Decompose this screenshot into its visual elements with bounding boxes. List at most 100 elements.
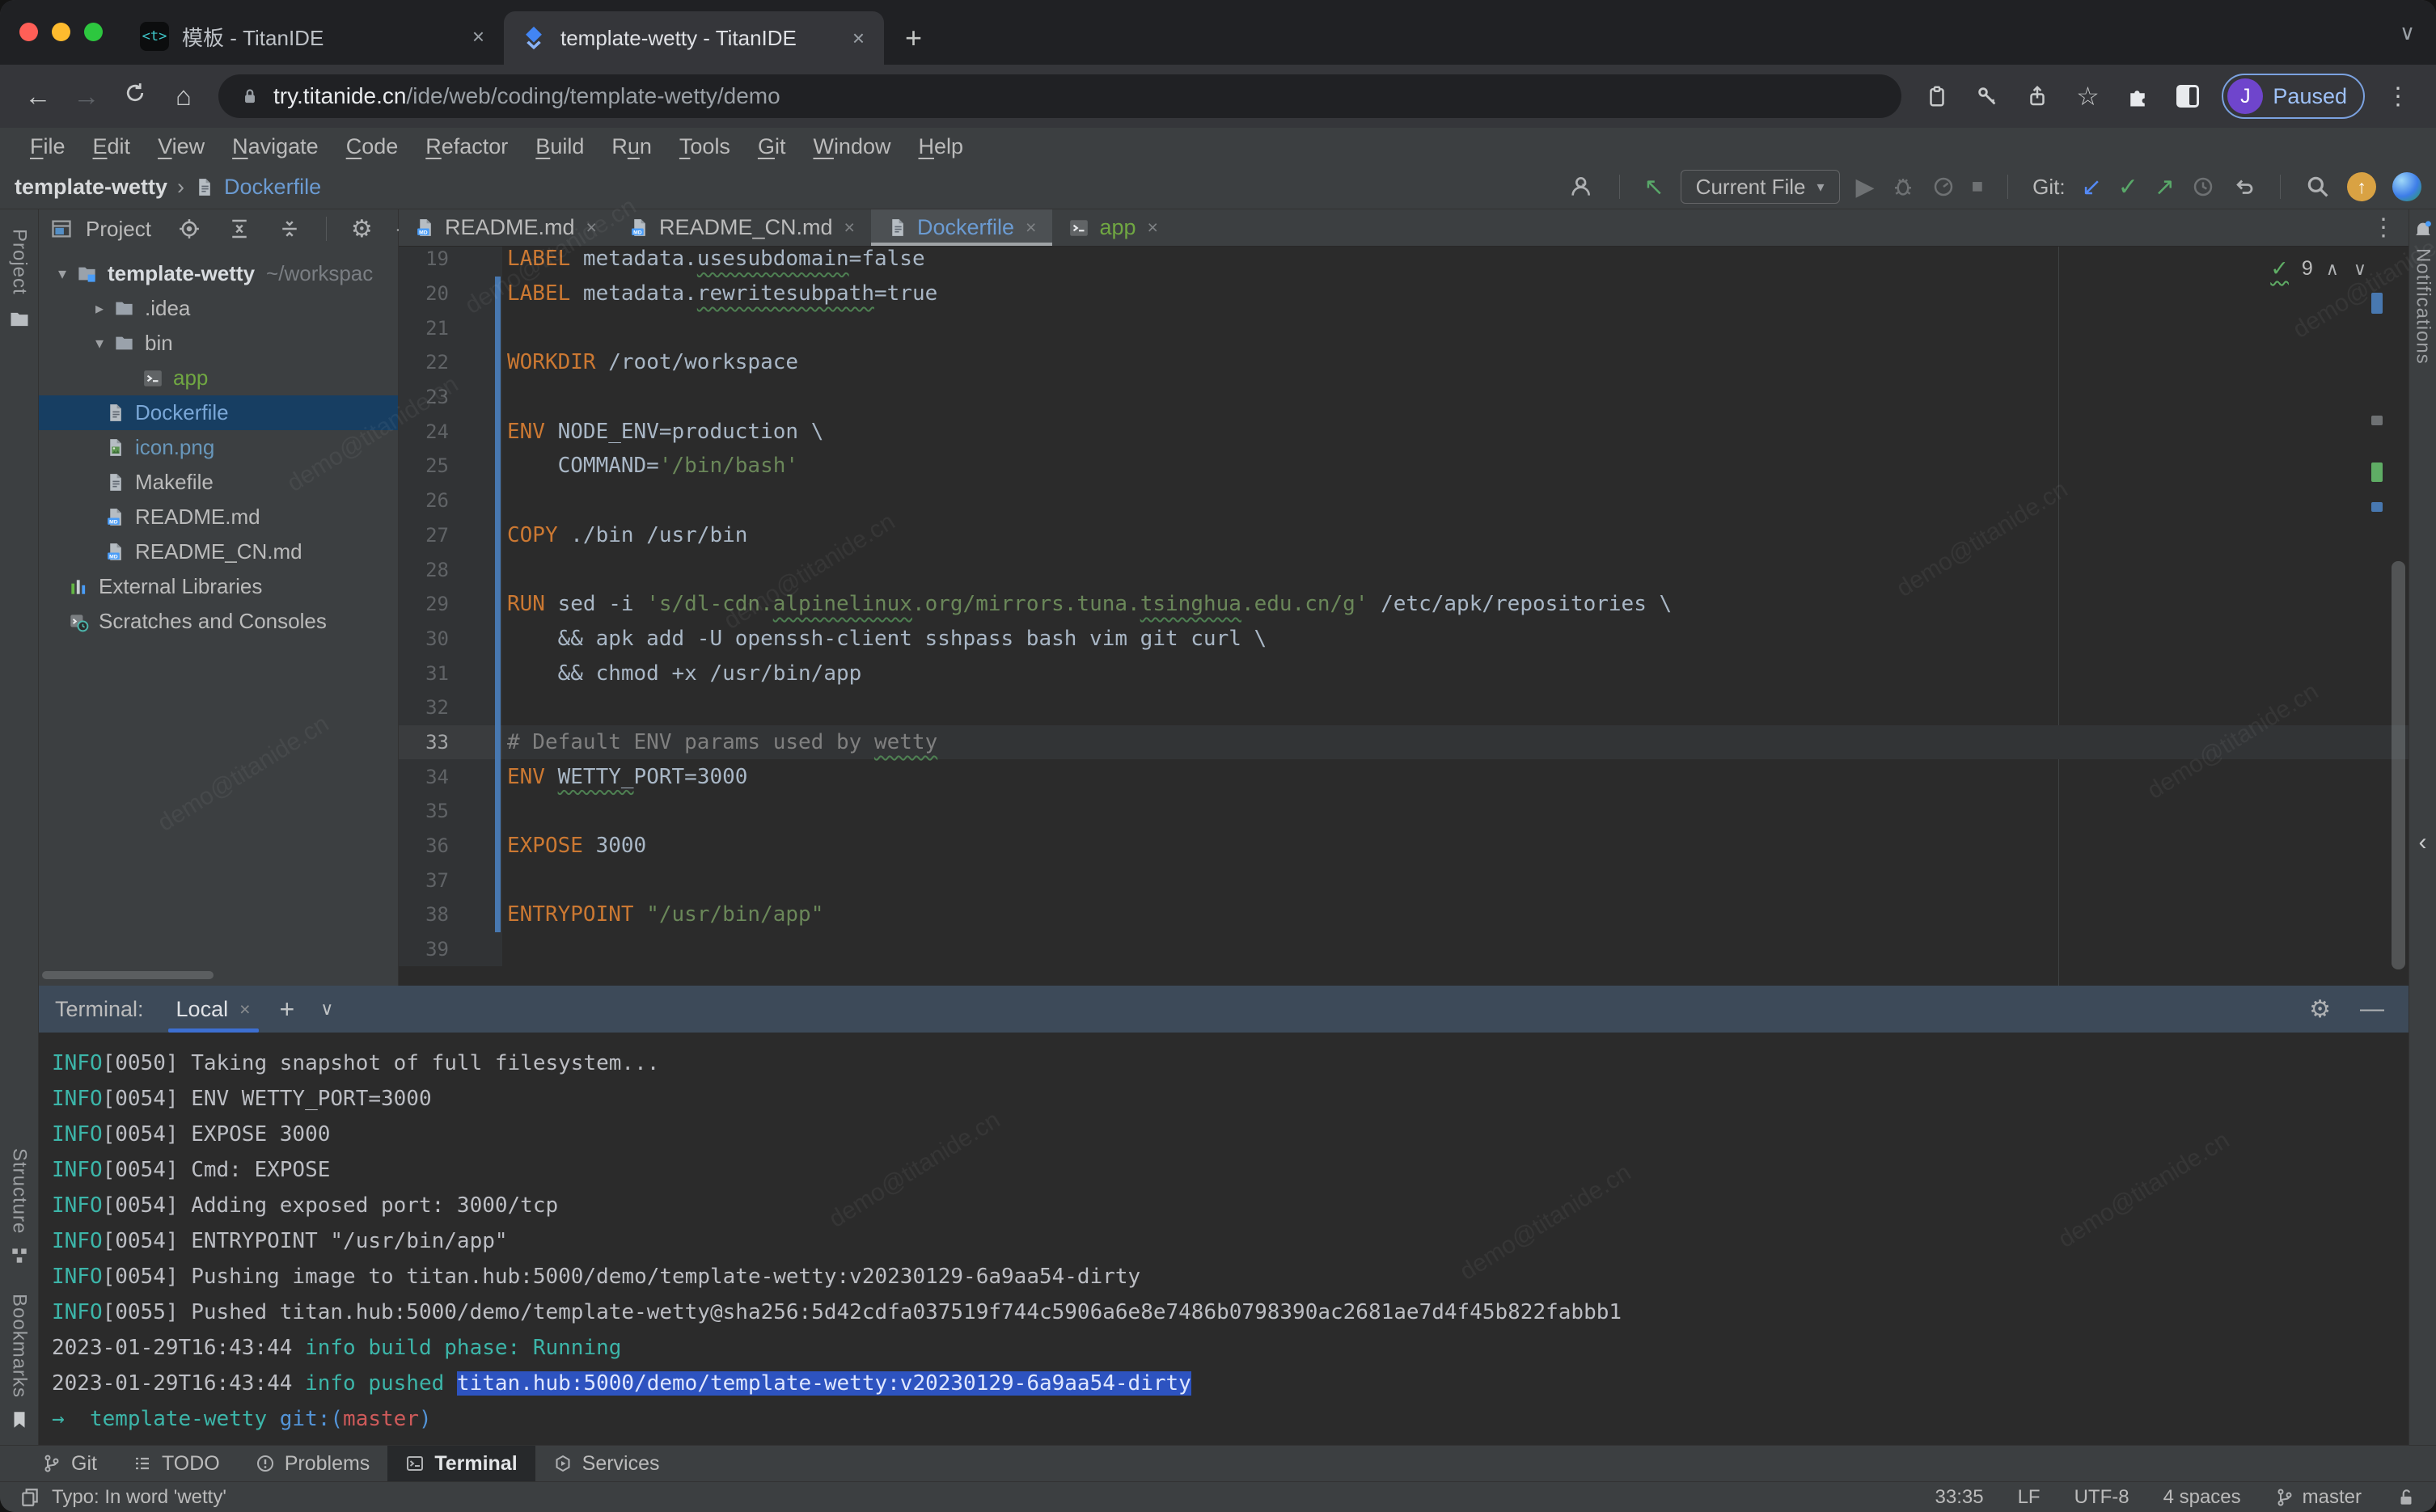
close-tab-icon[interactable]: ×	[849, 26, 868, 51]
user-icon[interactable]	[1569, 174, 1595, 200]
vcs-change-marker[interactable]	[455, 380, 502, 415]
locate-file-icon[interactable]	[177, 217, 201, 241]
new-terminal-button[interactable]: +	[269, 995, 307, 1024]
menu-view[interactable]: View	[144, 134, 218, 159]
tree-item-external-libraries[interactable]: External Libraries	[39, 569, 398, 604]
caret-position-widget[interactable]: 33:35	[1935, 1486, 1984, 1509]
horizontal-scrollbar[interactable]	[42, 971, 214, 979]
terminal-dropdown-chevron-icon[interactable]: ∨	[314, 999, 340, 1020]
line-number[interactable]: 38	[399, 897, 455, 932]
structure-icon[interactable]	[9, 1245, 30, 1266]
share-icon[interactable]	[2025, 84, 2049, 108]
tree-item-icon-png[interactable]: icon.png	[39, 430, 398, 465]
vcs-change-marker[interactable]	[455, 863, 502, 897]
run-configuration-select[interactable]: Current File ▾	[1681, 170, 1840, 204]
line-number[interactable]: 21	[399, 310, 455, 345]
line-number[interactable]: 33	[399, 725, 455, 760]
line-number[interactable]: 24	[399, 414, 455, 449]
close-tab-icon[interactable]: ×	[1026, 217, 1036, 239]
menu-run[interactable]: Run	[598, 134, 666, 159]
terminal-output[interactable]: INFO[0050] Taking snapshot of full files…	[39, 1033, 2409, 1445]
rollback-icon[interactable]	[2231, 175, 2256, 199]
tree-item--idea[interactable]: ▸.idea	[39, 291, 398, 326]
stripe-mark[interactable]	[2371, 293, 2383, 314]
tree-item-readme-cn-md[interactable]: MDREADME_CN.md	[39, 534, 398, 569]
line-number[interactable]: 34	[399, 759, 455, 794]
line-number[interactable]: 32	[399, 691, 455, 725]
browser-tab[interactable]: <t>模板 - TitanIDE×	[124, 11, 504, 61]
toolwindow-tab-project[interactable]: Project	[8, 229, 31, 295]
home-button[interactable]: ⌂	[162, 81, 205, 112]
close-icon[interactable]: ×	[239, 999, 250, 1020]
search-icon[interactable]	[2305, 174, 2331, 200]
terminal-tab-local[interactable]: Local ×	[167, 986, 260, 1033]
extensions-puzzle-icon[interactable]	[2125, 84, 2150, 108]
line-number[interactable]: 20	[399, 277, 455, 311]
assistant-sphere-icon[interactable]	[2392, 172, 2421, 201]
editor-scrollbar-rail[interactable]	[2370, 247, 2409, 986]
bell-icon[interactable]	[2412, 219, 2434, 242]
reload-button[interactable]	[113, 81, 157, 112]
zoom-window-button[interactable]	[84, 23, 103, 41]
build-arrow-icon[interactable]: ↖	[1644, 173, 1664, 201]
forward-button[interactable]: →	[65, 81, 108, 112]
vcs-change-marker[interactable]	[455, 345, 502, 380]
run-button[interactable]: ▶	[1856, 173, 1875, 201]
tree-item-bin[interactable]: ▾bin	[39, 326, 398, 361]
profile-button[interactable]: J Paused	[2222, 74, 2365, 119]
encoding-widget[interactable]: UTF-8	[2074, 1486, 2129, 1509]
menu-window[interactable]: Window	[799, 134, 904, 159]
folder-icon[interactable]	[8, 308, 31, 331]
vcs-change-marker[interactable]	[455, 829, 502, 864]
debug-icon[interactable]	[1891, 175, 1915, 199]
vcs-change-marker[interactable]	[455, 518, 502, 553]
editor-tab-app[interactable]: app×	[1052, 209, 1174, 246]
collapse-all-icon[interactable]	[277, 217, 302, 241]
tree-item-app[interactable]: app	[39, 361, 398, 395]
prev-problem-icon[interactable]: ∧	[2326, 259, 2339, 280]
tab-search-chevron-icon[interactable]: ∨	[2400, 20, 2415, 45]
git-branch-widget[interactable]: master	[2275, 1486, 2362, 1509]
terminal-settings-gear-icon[interactable]: ⚙	[2309, 995, 2331, 1024]
tree-chevron-icon[interactable]: ▸	[86, 298, 113, 319]
tree-item-readme-md[interactable]: MDREADME.md	[39, 500, 398, 534]
code-area[interactable]: 19LABEL metadata.usesubdomain=false20LAB…	[399, 247, 2409, 986]
bookmark-icon[interactable]	[9, 1409, 30, 1430]
line-number[interactable]: 27	[399, 518, 455, 553]
line-separator-widget[interactable]: LF	[2018, 1486, 2041, 1509]
menu-help[interactable]: Help	[904, 134, 977, 159]
git-commit-icon[interactable]: ✓	[2118, 173, 2138, 201]
menu-navigate[interactable]: Navigate	[218, 134, 332, 159]
next-problem-icon[interactable]: ∨	[2354, 259, 2366, 280]
menu-edit[interactable]: Edit	[79, 134, 145, 159]
vcs-change-marker[interactable]	[455, 587, 502, 622]
close-tab-icon[interactable]: ×	[844, 217, 855, 239]
vcs-change-marker[interactable]	[455, 414, 502, 449]
expand-all-icon[interactable]	[227, 217, 252, 241]
close-tab-icon[interactable]: ×	[1148, 217, 1158, 239]
close-tab-icon[interactable]: ×	[586, 217, 597, 239]
toolwindow-button-services[interactable]: Services	[535, 1446, 678, 1481]
breadcrumb-project[interactable]: template-wetty	[15, 175, 167, 200]
toolwindow-button-git[interactable]: Git	[24, 1446, 115, 1481]
new-tab-button[interactable]: +	[884, 21, 943, 65]
line-number[interactable]: 35	[399, 794, 455, 829]
editor-scrollbar-thumb[interactable]	[2392, 561, 2405, 969]
git-push-icon[interactable]: ↗	[2155, 173, 2175, 201]
close-window-button[interactable]	[19, 23, 38, 41]
profiler-icon[interactable]	[1931, 175, 1956, 199]
menu-tools[interactable]: Tools	[666, 134, 744, 159]
tree-item-dockerfile[interactable]: Dockerfile	[39, 395, 398, 430]
line-number[interactable]: 19	[399, 247, 455, 277]
toolwindow-button-terminal[interactable]: Terminal	[387, 1446, 535, 1481]
splitter-collapse-icon[interactable]: ‹	[2419, 829, 2427, 856]
vcs-change-marker[interactable]	[455, 897, 502, 932]
address-bar[interactable]: try.titanide.cn/ide/web/coding/template-…	[218, 74, 1901, 118]
menu-build[interactable]: Build	[522, 134, 598, 159]
git-update-icon[interactable]: ↙	[2082, 173, 2102, 201]
vcs-change-marker[interactable]	[455, 691, 502, 725]
stop-button[interactable]: ■	[1972, 175, 1984, 198]
settings-gear-icon[interactable]: ⚙	[351, 215, 373, 243]
stripe-mark[interactable]	[2371, 462, 2383, 482]
bookmark-star-icon[interactable]: ☆	[2076, 81, 2100, 112]
